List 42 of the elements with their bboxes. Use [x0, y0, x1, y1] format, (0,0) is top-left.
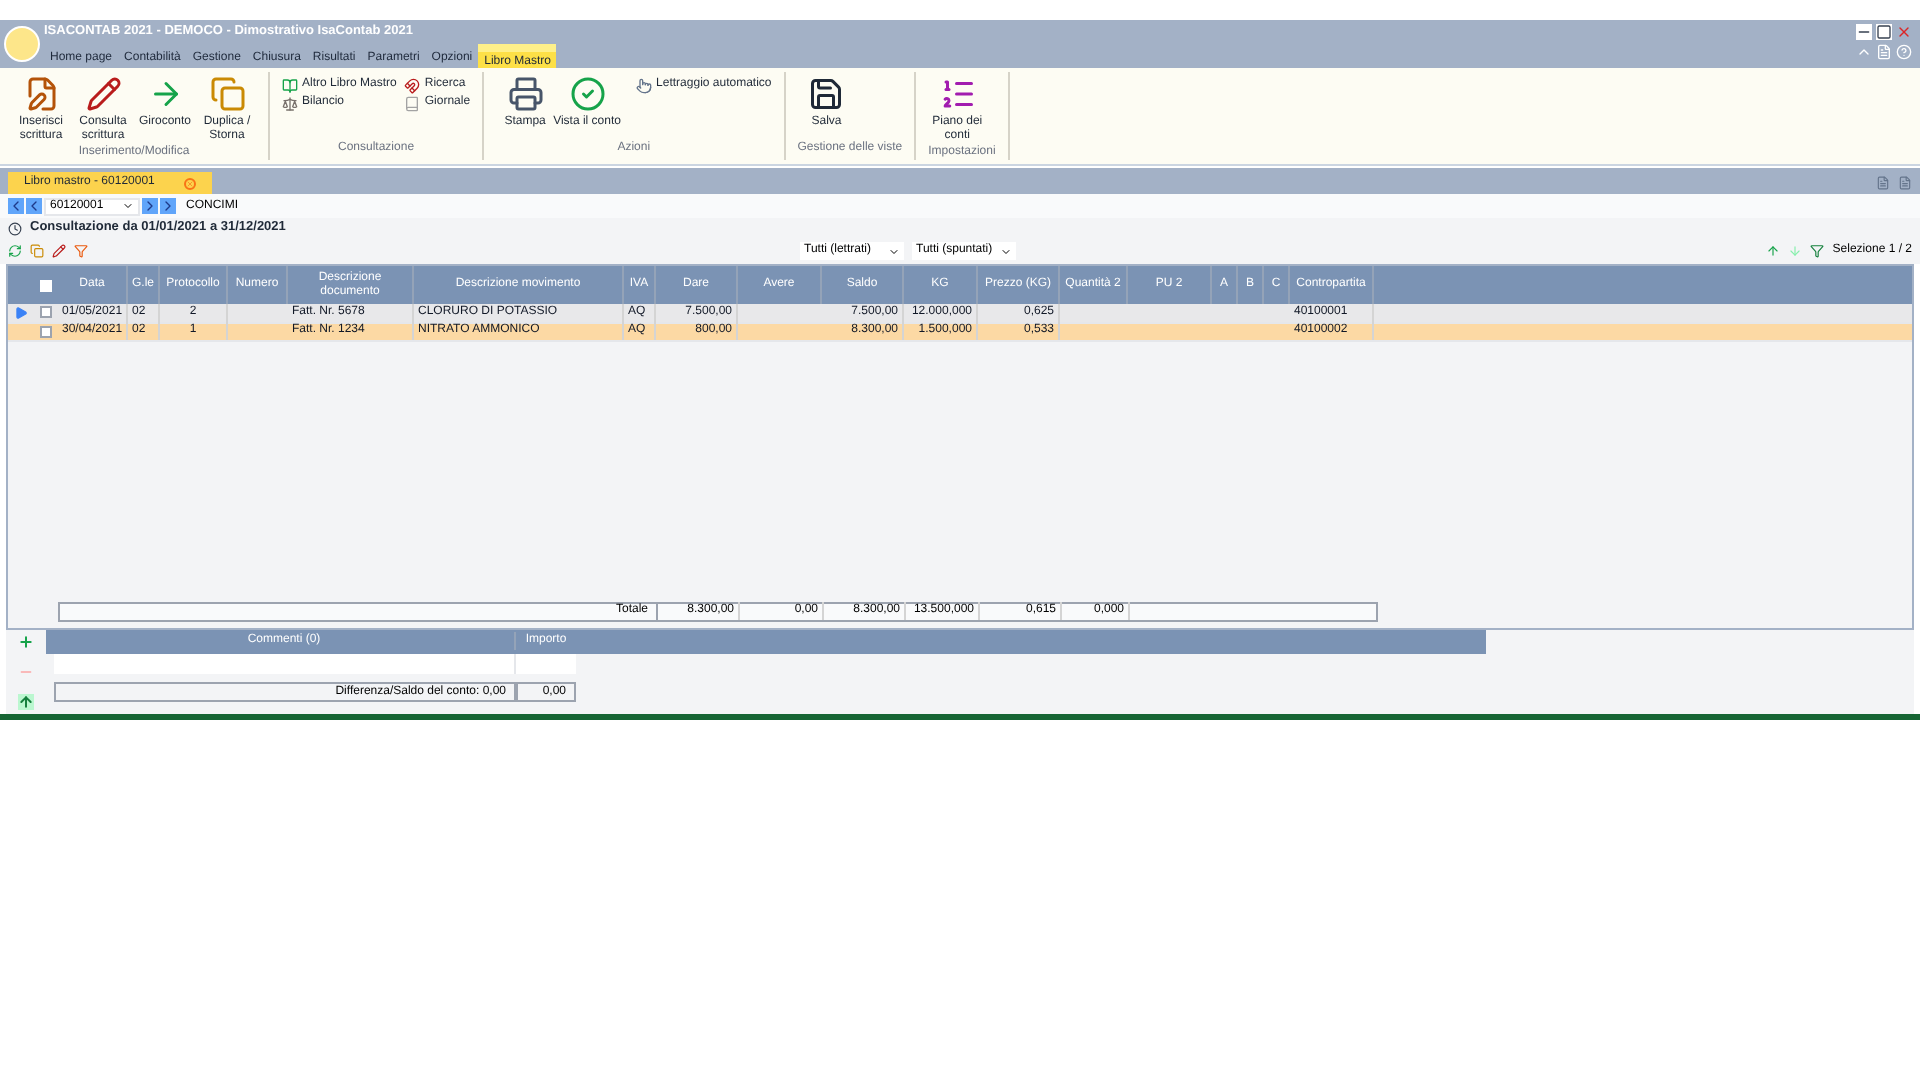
copy-icon[interactable]: [30, 244, 44, 258]
arrow-up-icon[interactable]: [1766, 244, 1781, 258]
add-icon[interactable]: [18, 633, 34, 649]
filter-icon[interactable]: [1810, 244, 1825, 258]
restore-icon[interactable]: [1876, 24, 1892, 40]
previous-icon[interactable]: [26, 198, 42, 214]
scale-icon: [282, 95, 298, 111]
row-checkbox[interactable]: [39, 325, 51, 338]
caret-icon: [1000, 245, 1012, 257]
app-logo-icon: [4, 26, 40, 62]
amount-field[interactable]: [516, 653, 576, 673]
caret-icon: [122, 200, 134, 212]
list-icon: [939, 76, 976, 112]
arrow-up-icon[interactable]: [18, 693, 34, 709]
last-icon[interactable]: [160, 198, 176, 214]
printer-icon: [507, 76, 544, 112]
refresh-icon[interactable]: [8, 244, 22, 258]
save-icon: [808, 76, 845, 112]
minimize-icon[interactable]: [1856, 24, 1872, 40]
document-icon[interactable]: [1876, 176, 1890, 190]
check-circle-icon: [569, 76, 606, 112]
select-all-checkbox[interactable]: [39, 279, 51, 291]
next-icon[interactable]: [142, 198, 158, 214]
pencil-icon[interactable]: [52, 244, 66, 258]
pointer-icon: [636, 77, 653, 93]
filter-icon[interactable]: [74, 244, 88, 258]
book-icon: [404, 95, 421, 111]
help-icon[interactable]: [1896, 44, 1912, 60]
copy-icon: [209, 76, 245, 112]
close-icon[interactable]: [1896, 24, 1912, 40]
document-icon[interactable]: [1898, 176, 1912, 190]
book-icon: [282, 77, 298, 93]
row-checkbox[interactable]: [39, 306, 51, 319]
close-icon[interactable]: [184, 177, 196, 189]
caret-icon: [888, 245, 900, 257]
clock-icon[interactable]: [8, 221, 22, 235]
collapse-icon[interactable]: [1856, 44, 1872, 60]
magnet-icon: [404, 77, 421, 93]
comment-field[interactable]: [54, 653, 516, 673]
pencil-icon: [85, 76, 121, 112]
first-icon[interactable]: [8, 198, 24, 214]
document-pencil-icon: [23, 76, 59, 112]
